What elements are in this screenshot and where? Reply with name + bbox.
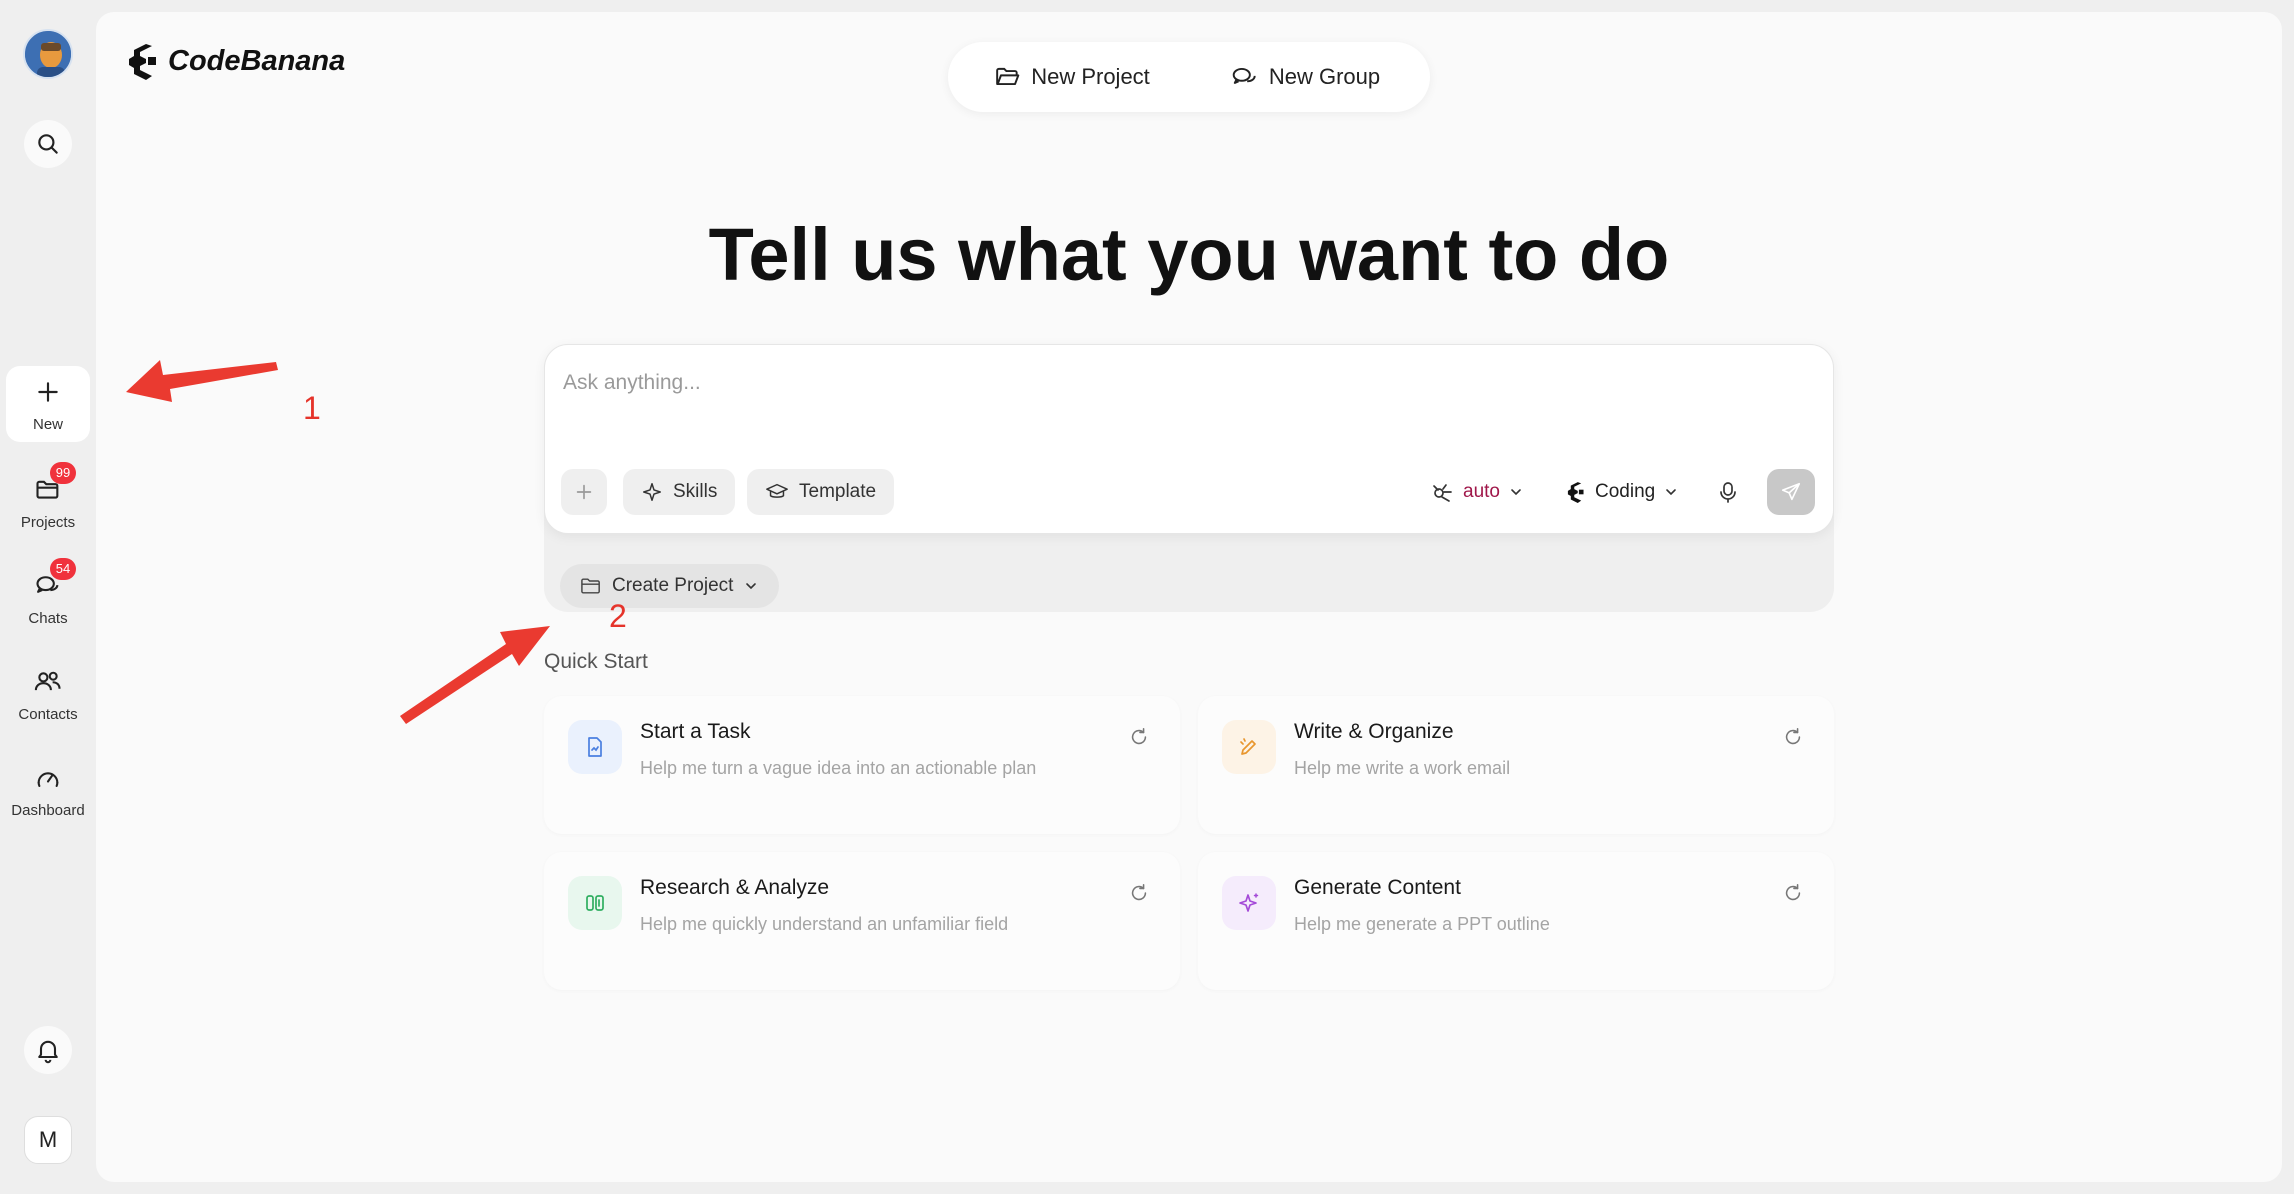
- contacts-label: Contacts: [18, 705, 78, 723]
- refresh-icon[interactable]: [1128, 882, 1150, 909]
- chats-badge: 54: [50, 557, 76, 580]
- search-icon: [38, 134, 58, 154]
- projects-label: Projects: [20, 513, 76, 531]
- folder-icon: [581, 578, 600, 594]
- mode-select[interactable]: Coding: [1565, 469, 1679, 515]
- voice-input-button[interactable]: [1717, 469, 1739, 515]
- quick-start-card-research-analyze[interactable]: Research & Analyze Help me quickly under…: [544, 852, 1180, 990]
- card-description: Help me generate a PPT outline: [1294, 914, 1550, 934]
- document-edit-icon: [568, 720, 622, 774]
- chats-label: Chats: [28, 609, 68, 627]
- projects-badge: 99: [50, 461, 76, 484]
- card-title: Write & Organize: [1294, 720, 1454, 743]
- chevron-down-icon: [1511, 489, 1521, 496]
- graduation-cap-icon: [766, 483, 788, 498]
- create-project-select[interactable]: Create Project: [560, 564, 780, 608]
- refresh-icon[interactable]: [1782, 726, 1804, 753]
- model-select[interactable]: auto: [1431, 469, 1524, 515]
- new-group-label: New Group: [1268, 64, 1381, 89]
- annotation-marker-1: 1: [303, 390, 321, 426]
- template-label: Template: [799, 481, 877, 502]
- prompt-box: Skills Template auto Coding: [544, 344, 1834, 534]
- card-title: Generate Content: [1294, 876, 1461, 899]
- gauge-icon: [37, 771, 59, 787]
- quick-start-card-write-organize[interactable]: Write & Organize Help me write a work em…: [1198, 696, 1834, 834]
- dashboard-label: Dashboard: [11, 801, 85, 819]
- prompt-container: Skills Template auto Coding: [544, 344, 1834, 612]
- card-title: Start a Task: [640, 720, 751, 743]
- new-project-label: New Project: [1031, 64, 1150, 89]
- sidebar-item-chats[interactable]: 54 Chats: [0, 557, 96, 638]
- card-description: Help me write a work email: [1294, 758, 1511, 778]
- new-project-button[interactable]: New Project: [956, 49, 1189, 105]
- send-button[interactable]: [1767, 469, 1815, 515]
- user-menu-button[interactable]: M: [24, 1116, 72, 1164]
- bell-icon: [38, 1040, 58, 1064]
- model-value: auto: [1463, 481, 1500, 502]
- card-description: Help me turn a vague idea into an action…: [640, 758, 1037, 778]
- user-avatar[interactable]: [23, 29, 73, 79]
- attach-button[interactable]: [561, 469, 607, 515]
- codebanana-mode-icon: [1567, 482, 1584, 503]
- refresh-icon[interactable]: [1128, 726, 1150, 753]
- template-button[interactable]: Template: [747, 469, 895, 515]
- columns-icon: [568, 876, 622, 930]
- model-icon: [1433, 484, 1452, 502]
- sidebar-item-contacts[interactable]: Contacts: [0, 654, 96, 734]
- sparkle-icon: [643, 483, 661, 501]
- plus-icon: [576, 484, 592, 500]
- logo-text: CodeBanana: [168, 44, 346, 77]
- quick-start-title: Quick Start: [544, 650, 648, 673]
- microphone-icon: [1720, 482, 1736, 503]
- quick-start-card-generate-content[interactable]: Generate Content Help me generate a PPT …: [1198, 852, 1834, 990]
- avatar-image: [25, 31, 71, 77]
- chevron-down-icon: [1666, 489, 1677, 496]
- new-group-button[interactable]: New Group: [1189, 49, 1422, 105]
- card-title: Research & Analyze: [640, 876, 830, 899]
- notifications-button[interactable]: [24, 1026, 72, 1074]
- prompt-input[interactable]: [563, 363, 1803, 403]
- app-logo[interactable]: CodeBanana: [126, 42, 345, 80]
- refresh-icon[interactable]: [1782, 882, 1804, 909]
- quick-start-card-start-task[interactable]: Start a Task Help me turn a vague idea i…: [544, 696, 1180, 834]
- folder-open-icon: [996, 67, 1020, 86]
- top-switch: New Project New Group: [948, 42, 1430, 112]
- send-icon: [1781, 482, 1801, 501]
- sidebar-item-projects[interactable]: 99 Projects: [0, 461, 96, 542]
- mode-value: Coding: [1595, 481, 1656, 502]
- left-rail: New 99 Projects 54 Chats Contacts Dashbo…: [0, 0, 96, 1194]
- annotation-marker-2: 2: [609, 598, 627, 634]
- plus-icon: [32, 376, 64, 408]
- sparkle-icon: [1222, 876, 1276, 930]
- sidebar-item-dashboard[interactable]: Dashboard: [0, 750, 96, 830]
- pen-icon: [1222, 720, 1276, 774]
- chevron-down-icon: [746, 583, 757, 590]
- page-headline: Tell us what you want to do: [708, 213, 1670, 296]
- codebanana-logo-icon: [129, 44, 156, 80]
- new-label: New: [32, 415, 63, 433]
- create-project-label: Create Project: [612, 575, 734, 596]
- skills-button[interactable]: Skills: [623, 469, 736, 515]
- search-button[interactable]: [24, 120, 72, 168]
- chat-group-icon: [1232, 67, 1256, 84]
- new-button[interactable]: New: [6, 366, 90, 442]
- card-description: Help me quickly understand an unfamiliar…: [640, 914, 1009, 934]
- contacts-icon: [34, 671, 61, 690]
- skills-label: Skills: [673, 481, 718, 502]
